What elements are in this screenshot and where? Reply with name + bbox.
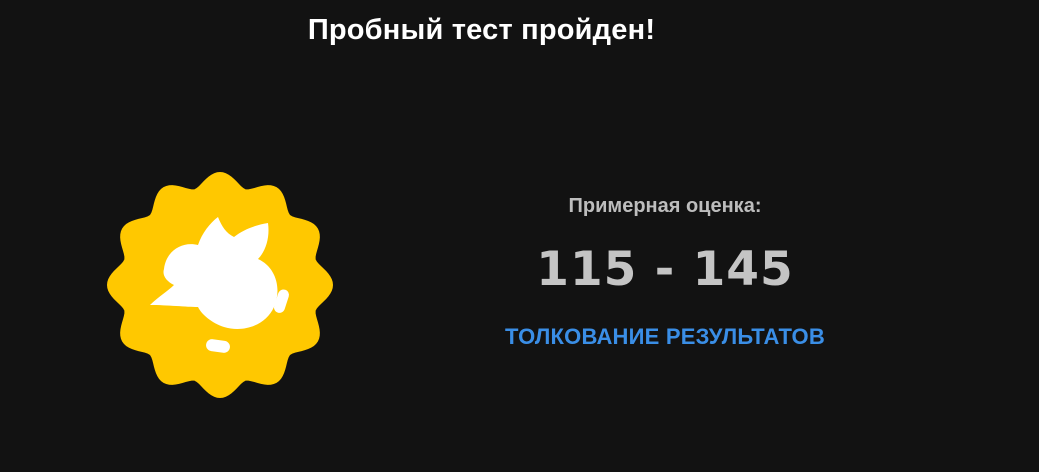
owl-badge-icon [106,171,334,399]
score-range: 115 - 145 [536,242,794,297]
test-complete-screen: Пробный тест пройден! Примерная оценка: … [0,0,1039,472]
page-title: Пробный тест пройден! [307,14,656,46]
interpret-results-link[interactable]: ТОЛКОВАНИЕ РЕЗУЛЬТАТОВ [505,323,825,351]
score-label: Примерная оценка: [568,195,762,217]
score-panel: Примерная оценка: 115 - 145 ТОЛКОВАНИЕ Р… [465,192,865,351]
